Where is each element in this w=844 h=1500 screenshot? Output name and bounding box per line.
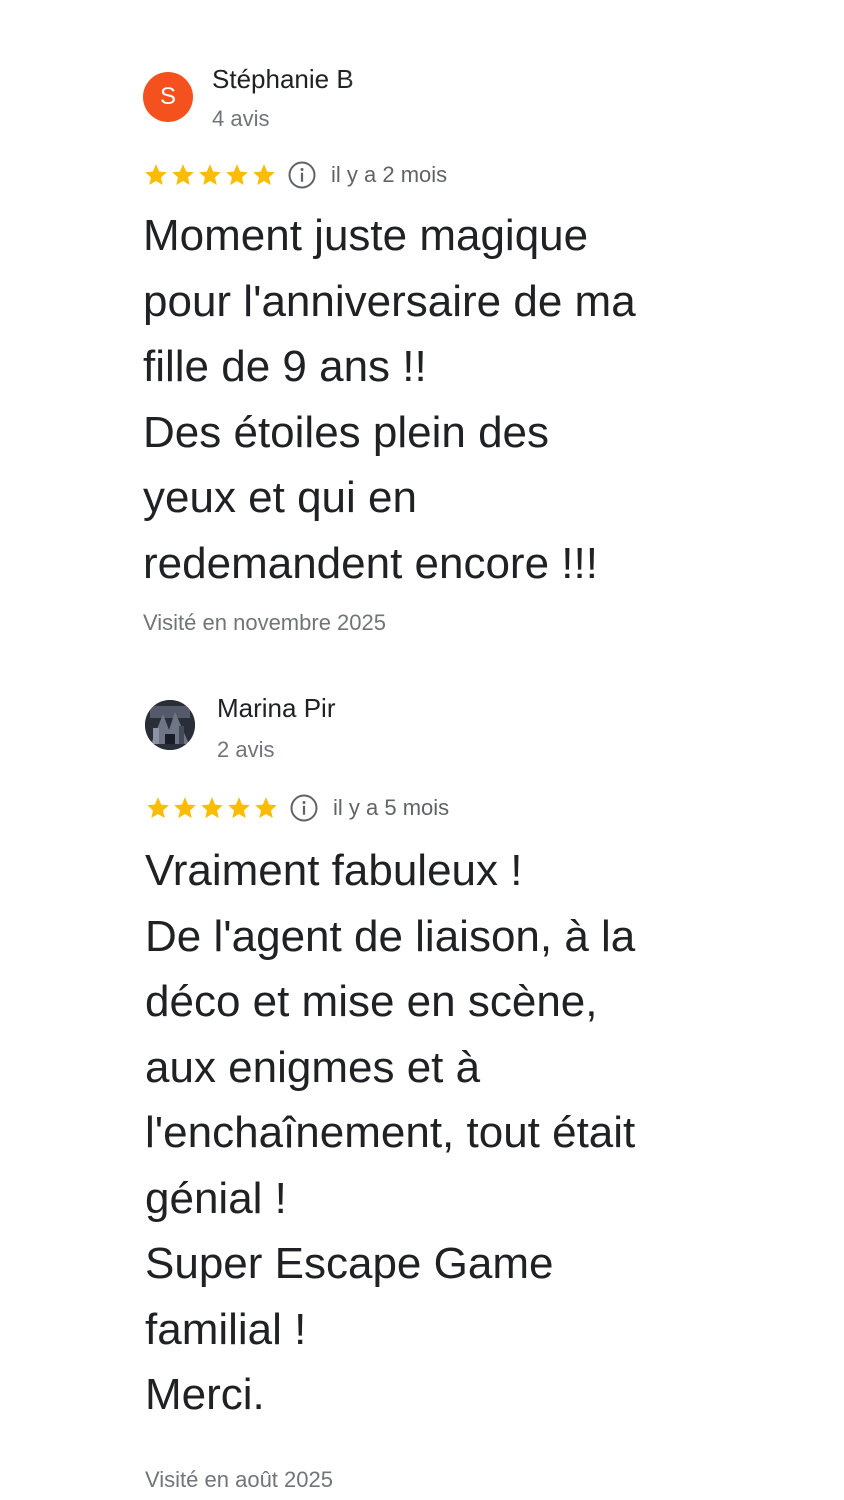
review-text-line: aux enigmes et à [145,1042,481,1092]
review-date: il y a 2 mois [331,162,448,187]
review-text: Vraiment fabuleux ! De l'agent de liaiso… [145,838,805,1428]
star-icon [172,164,194,185]
review-text-line: Des étoiles plein des [143,407,550,457]
star-icon [145,164,167,185]
star-icon [199,164,221,185]
review-text-line: fille de 9 ans !! [143,342,427,391]
star-icon [226,164,248,185]
name-redaction [370,61,440,95]
review-count: 4 avis [212,106,270,131]
review-text-line: Merci. [145,1370,265,1419]
review-text-line: génial ! [145,1173,287,1223]
star-rating [145,795,279,821]
review-date: il y a 5 mois [333,795,450,820]
visited-date: Visité en novembre 2025 [143,610,386,635]
name-redaction [360,690,450,724]
review-text-line: Vraiment fabuleux ! [145,846,523,895]
avatar[interactable]: S [143,72,193,122]
reviewer-name[interactable]: Stéphanie B [212,64,354,95]
avatar-photo-image [145,700,195,750]
star-icon [228,797,250,818]
review-text-line: familial ! [145,1304,307,1354]
star-icon [174,797,196,818]
review-text-line: déco et mise en scène, [145,977,598,1026]
rating-row: il y a 5 mois [145,792,449,824]
star-icon [201,797,223,818]
review-text-line: Super Escape Game [145,1239,554,1288]
star-icon [255,797,277,818]
info-icon[interactable] [287,160,317,190]
review-text-line: Moment juste magique [143,211,589,260]
review-text-line: yeux et qui en [143,473,417,522]
review-count: 2 avis [217,737,275,762]
review-text-line: pour l'anniversaire de ma [143,276,636,326]
visited-date: Visité en août 2025 [145,1467,333,1492]
star-icon [253,164,275,185]
review-text-line: l'enchaînement, tout était [145,1108,636,1157]
star-icon [147,797,169,818]
review-text: Moment juste magique pour l'anniversaire… [143,203,783,596]
info-icon[interactable] [289,793,319,823]
reviewer-name[interactable]: Marina Pir [217,693,335,724]
review-text-line: redemandent encore !!! [143,538,598,588]
avatar[interactable] [145,700,195,750]
review-text-line: De l'agent de liaison, à la [145,911,636,961]
star-rating [143,162,277,188]
rating-row: il y a 2 mois [143,159,447,191]
